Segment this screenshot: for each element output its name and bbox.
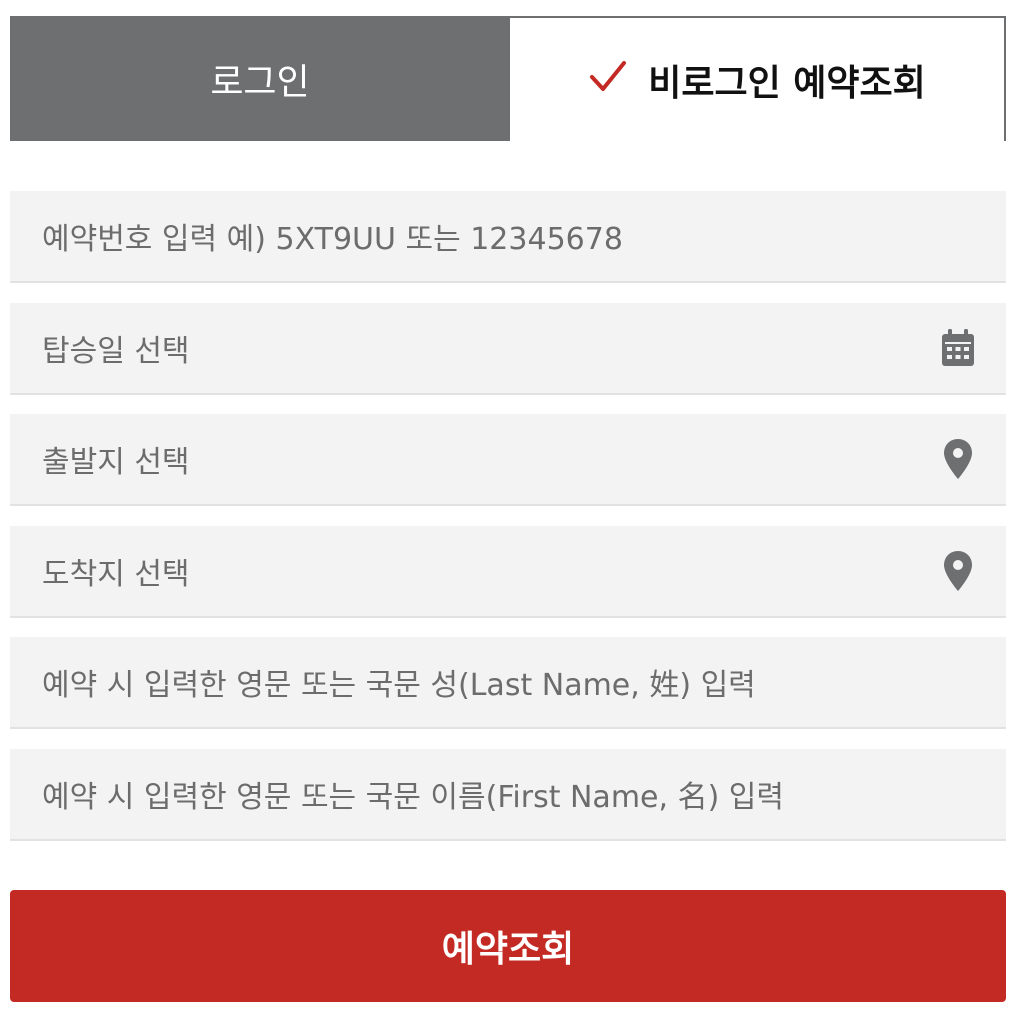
location-pin-icon[interactable]: [940, 551, 976, 591]
reservation-lookup-page: 로그인 비로그인 예약조회 예약번호 입력 예) 5XT9UU 또는 12345…: [0, 0, 1024, 1014]
boarding-date-select[interactable]: 탑승일 선택: [10, 303, 1006, 395]
tab-guest-reservation[interactable]: 비로그인 예약조회: [510, 16, 1006, 141]
arrival-select[interactable]: 도착지 선택: [10, 526, 1006, 618]
reservation-lookup-button[interactable]: 예약조회: [10, 890, 1006, 1002]
check-icon: [590, 60, 627, 91]
reservation-number-placeholder: 예약번호 입력 예) 5XT9UU 또는 12345678: [42, 222, 623, 257]
last-name-placeholder: 예약 시 입력한 영문 또는 국문 성(Last Name, 姓) 입력: [42, 668, 756, 703]
first-name-placeholder: 예약 시 입력한 영문 또는 국문 이름(First Name, 名) 입력: [42, 780, 785, 815]
tab-guest-label: 비로그인 예약조회: [648, 62, 926, 104]
reservation-lookup-label: 예약조회: [441, 929, 575, 970]
reservation-number-input[interactable]: 예약번호 입력 예) 5XT9UU 또는 12345678: [10, 191, 1006, 283]
departure-select[interactable]: 출발지 선택: [10, 414, 1006, 506]
boarding-date-placeholder: 탑승일 선택: [42, 334, 190, 369]
location-pin-icon[interactable]: [940, 439, 976, 479]
departure-placeholder: 출발지 선택: [42, 445, 190, 480]
last-name-input[interactable]: 예약 시 입력한 영문 또는 국문 성(Last Name, 姓) 입력: [10, 637, 1006, 729]
tab-login[interactable]: 로그인: [10, 16, 510, 141]
first-name-input[interactable]: 예약 시 입력한 영문 또는 국문 이름(First Name, 名) 입력: [10, 749, 1006, 841]
tab-login-label: 로그인: [210, 61, 310, 103]
login-tabs: 로그인 비로그인 예약조회: [10, 16, 1006, 141]
arrival-placeholder: 도착지 선택: [42, 557, 190, 592]
calendar-icon[interactable]: [940, 328, 976, 368]
